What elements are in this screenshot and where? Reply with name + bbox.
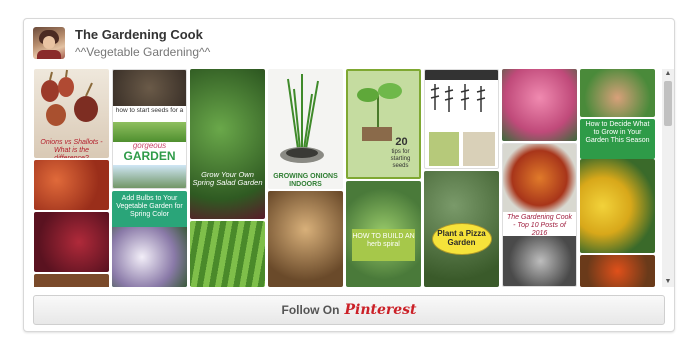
pin-yellow-peppers[interactable] (580, 159, 655, 253)
pin-column-2: how to start seeds for a gorgeous GARDEN… (112, 69, 187, 287)
pin-column-3: Grow Your Own Spring Salad Garden (190, 69, 265, 287)
pin-add-bulbs[interactable]: Add Bulbs to Your Vegetable Garden for S… (112, 191, 187, 287)
pin-caption: GROWING ONIONS INDOORS (273, 173, 338, 188)
shallots-photo (41, 69, 98, 126)
pin-onions-pile[interactable] (34, 160, 109, 210)
pin-onions-shallots[interactable]: Onions vs Shallots - What is the differe… (34, 69, 109, 158)
scrollbar-thumb[interactable] (664, 81, 672, 126)
avatar-face (43, 36, 55, 49)
pin-caption-title: GARDEN (123, 149, 176, 163)
onion-sprouts-photo (280, 74, 324, 163)
pin-top-posts[interactable]: The Gardening Cook - Top 10 Posts of 201… (502, 143, 577, 287)
pin-spring-salad[interactable]: Grow Your Own Spring Salad Garden (190, 69, 265, 219)
pinterest-logo: Pinterest (344, 302, 417, 318)
pin-onion-bulbs[interactable] (268, 191, 343, 287)
pin-herb-drawings[interactable] (424, 69, 499, 169)
pin-column-6: Plant a Pizza Garden (424, 69, 499, 287)
pin-gardening-hands[interactable] (580, 69, 655, 117)
avatar-shirt (37, 50, 61, 59)
pin-decide-grow[interactable]: How to Decide What to Grow in Your Garde… (580, 119, 655, 159)
pin-caption: Grow Your Own Spring Salad Garden (192, 170, 263, 187)
pinterest-board-widget: The Gardening Cook ^^Vegetable Gardening… (23, 18, 675, 332)
pin-number: 20 (395, 136, 408, 148)
board-name[interactable]: ^^Vegetable Gardening^^ (75, 45, 210, 59)
follow-label: Follow On (281, 303, 340, 317)
pin-caption: Add Bulbs to Your Vegetable Garden for S… (116, 195, 183, 218)
pin-pizza-garden[interactable]: Plant a Pizza Garden (424, 171, 499, 287)
widget-header: The Gardening Cook ^^Vegetable Gardening… (24, 19, 674, 65)
pin-20-tips[interactable]: 20 tips for starting seeds (346, 69, 421, 179)
pin-herb-spiral[interactable]: HOW TO BUILD AN herb spiral (346, 181, 421, 287)
pin-column-1: Onions vs Shallots - What is the differe… (34, 69, 109, 287)
pins-scrollbar[interactable]: ▲ ▼ (662, 69, 674, 287)
pin-column-8: How to Decide What to Grow in Your Garde… (580, 69, 655, 287)
pin-caption: Onions vs Shallots - What is the differe… (40, 139, 103, 158)
pin-start-seeds[interactable]: how to start seeds for a gorgeous GARDEN (112, 69, 187, 189)
pin-grid: Onions vs Shallots - What is the differe… (34, 69, 661, 287)
herb-illustration (425, 70, 498, 166)
pin-caption: How to Decide What to Grow in Your Garde… (585, 121, 650, 144)
pin-red-onions[interactable] (34, 212, 109, 272)
scroll-down-icon[interactable]: ▼ (662, 277, 674, 287)
pin-caption: tips for starting seeds (390, 149, 411, 169)
pin-column-7: The Gardening Cook - Top 10 Posts of 201… (502, 69, 577, 287)
scroll-up-icon[interactable]: ▲ (662, 69, 674, 79)
pin-caption: The Gardening Cook - Top 10 Posts of 201… (507, 214, 572, 237)
pin-peas[interactable] (190, 221, 265, 287)
pin-column-5: 20 tips for starting seeds HOW TO BUILD … (346, 69, 421, 287)
pin-caption: HOW TO BUILD AN herb spiral (352, 233, 415, 248)
pin-column-4: GROWING ONIONS INDOORS (268, 69, 343, 287)
seedling-photo (357, 83, 402, 141)
pin-tomatoes[interactable] (580, 255, 655, 287)
pin-partial[interactable] (34, 274, 109, 287)
pin-astilbe[interactable] (502, 69, 577, 141)
pin-growing-onions[interactable]: GROWING ONIONS INDOORS (268, 69, 343, 189)
follow-on-pinterest-button[interactable]: Follow On Pinterest (33, 295, 665, 325)
pin-caption: Plant a Pizza Garden (437, 229, 486, 247)
profile-name[interactable]: The Gardening Cook (75, 27, 203, 42)
avatar[interactable] (33, 27, 65, 59)
pin-caption: how to start seeds for a (115, 107, 184, 114)
